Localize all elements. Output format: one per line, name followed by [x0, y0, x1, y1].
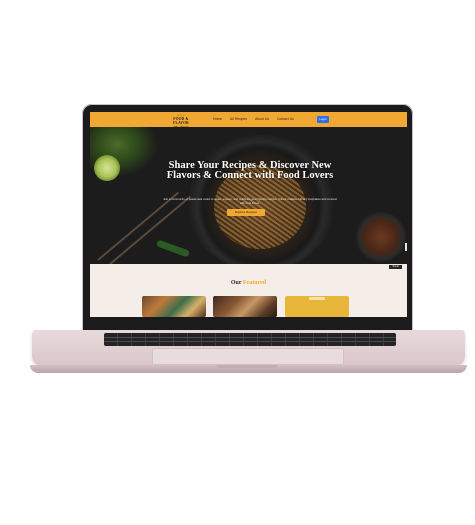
laptop-notch [216, 365, 278, 368]
nav-link-contact-us[interactable]: Contact Us [277, 117, 294, 122]
hero-subtitle: Join a community of passionate cooks to … [163, 197, 337, 205]
keyboard-row-divider [104, 337, 396, 338]
login-button[interactable]: Login [317, 116, 329, 123]
keyboard [104, 333, 396, 346]
featured-card[interactable] [285, 296, 349, 317]
card-tag [309, 297, 325, 300]
lime-image [94, 155, 120, 181]
laptop-screen: ~ ~ ~ FOOD & FLAVOR share · discover Hom… [90, 112, 407, 317]
explore-recipes-button[interactable]: Explore Recipes [227, 209, 265, 216]
navbar: ~ ~ ~ FOOD & FLAVOR share · discover Hom… [90, 112, 407, 129]
featured-title-accent: Featured [242, 280, 267, 286]
laptop-mockup: ~ ~ ~ FOOD & FLAVOR share · discover Hom… [0, 0, 475, 525]
scroll-chip[interactable]: Scroll [389, 265, 402, 269]
nav-link-home[interactable]: Home [213, 117, 222, 122]
nav-link-about-us[interactable]: About Us [255, 117, 269, 122]
featured-card[interactable] [142, 296, 206, 317]
featured-title: Our Featured [90, 280, 407, 287]
nav-links: Home All Recipes About Us Contact Us [213, 117, 294, 122]
touchpad [152, 348, 344, 365]
scroll-handle[interactable] [405, 243, 407, 251]
spice-bowl-image [356, 212, 406, 262]
hero-title: Share Your Recipes & Discover New Flavor… [166, 160, 334, 181]
featured-title-prefix: Our [230, 280, 242, 286]
nav-link-all-recipes[interactable]: All Recipes [230, 117, 247, 122]
featured-card[interactable] [213, 296, 277, 317]
keyboard-row-divider [104, 341, 396, 342]
hero-section: Share Your Recipes & Discover New Flavor… [90, 127, 407, 264]
logo-name: FOOD & FLAVOR [173, 117, 189, 125]
pepper-image [155, 239, 191, 258]
featured-section: Scroll Our Featured [90, 264, 407, 317]
site-logo[interactable]: ~ ~ ~ FOOD & FLAVOR share · discover [166, 114, 196, 129]
